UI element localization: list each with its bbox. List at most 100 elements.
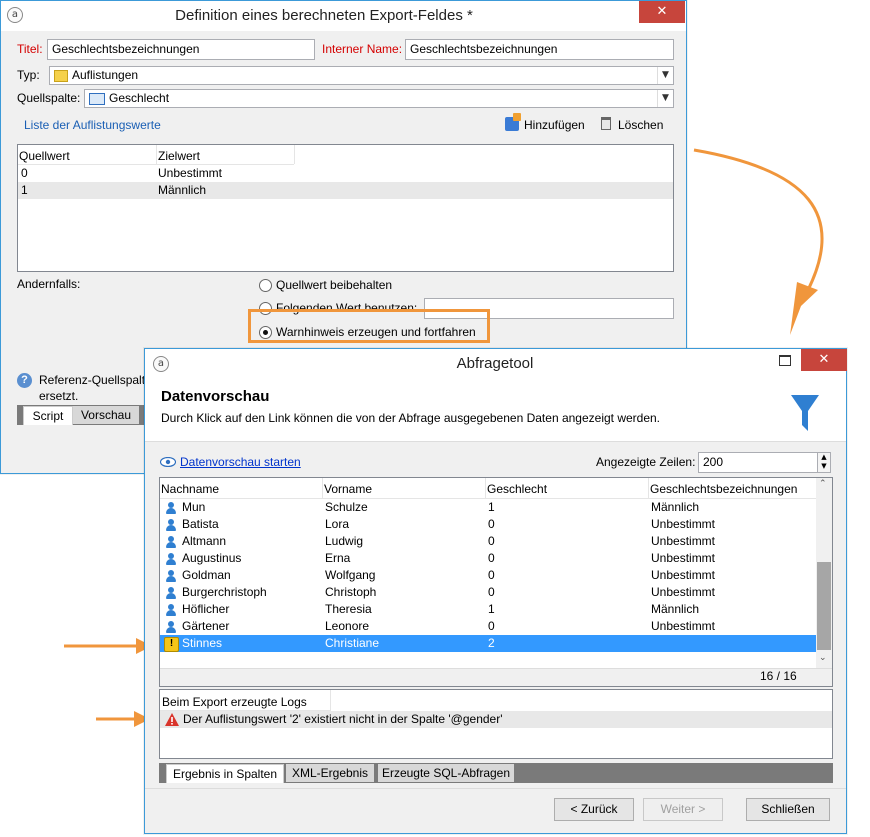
titel-input[interactable]: Geschlechtsbezeichnungen <box>47 39 315 60</box>
list-icon <box>54 70 68 82</box>
column-divider <box>648 478 649 498</box>
bezeichnung-cell: Unbestimmt <box>651 568 716 582</box>
column-header-bezeichnungen[interactable]: Geschlechtsbezeichnungen <box>650 482 797 496</box>
quellspalte-select[interactable]: Geschlecht ▼ <box>84 89 674 108</box>
help-icon: ? <box>17 373 32 388</box>
close-icon[interactable]: ✕ <box>639 1 685 23</box>
eye-icon[interactable] <box>160 457 176 467</box>
nachname-cell: Burgerchristoph <box>182 585 267 599</box>
column-header-geschlecht[interactable]: Geschlecht <box>487 482 547 496</box>
start-preview-link[interactable]: Datenvorschau starten <box>180 455 301 469</box>
geschlecht-cell: 0 <box>488 534 495 548</box>
maximize-icon[interactable] <box>773 349 797 371</box>
chevron-down-icon[interactable]: ▼ <box>657 67 673 84</box>
delete-button[interactable]: Löschen <box>618 118 663 132</box>
interner-name-input[interactable]: Geschlechtsbezeichnungen <box>405 39 674 60</box>
column-divider <box>322 478 323 498</box>
vorname-cell: Christiane <box>325 636 380 650</box>
geschlecht-cell: 1 <box>488 500 495 514</box>
close-icon[interactable]: ✕ <box>801 349 847 371</box>
person-icon <box>166 553 176 565</box>
list-item[interactable]: 1 Männlich <box>18 182 673 199</box>
bezeichnung-cell: Unbestimmt <box>651 551 716 565</box>
next-button[interactable]: Weiter > <box>643 798 723 821</box>
radio-keep-label[interactable]: Quellwert beibehalten <box>276 278 392 292</box>
vorname-cell: Ludwig <box>325 534 364 548</box>
zielwert-cell: Männlich <box>158 183 207 197</box>
table-row[interactable]: Mun Schulze 1 Männlich <box>160 499 816 516</box>
results-table[interactable]: Nachname Vorname Geschlecht Geschlechtsb… <box>159 477 833 687</box>
log-row[interactable]: Der Auflistungswert '2' existiert nicht … <box>160 711 832 728</box>
table-row[interactable]: Batista Lora 0 Unbestimmt <box>160 516 816 533</box>
tab-sql-abfragen[interactable]: Erzeugte SQL-Abfragen <box>378 764 514 782</box>
person-icon <box>166 587 176 599</box>
list-item[interactable]: 0 Unbestimmt <box>18 165 673 182</box>
column-divider <box>294 145 295 164</box>
export-logs[interactable]: Beim Export erzeugte Logs Der Auflistung… <box>159 689 833 759</box>
vorname-cell: Leonore <box>325 619 370 633</box>
table-row[interactable]: Altmann Ludwig 0 Unbestimmt <box>160 533 816 550</box>
person-icon <box>166 604 176 616</box>
nachname-cell: Goldman <box>182 568 231 582</box>
column-header-vorname[interactable]: Vorname <box>324 482 372 496</box>
typ-value: Auflistungen <box>72 68 139 82</box>
tab-vorschau[interactable]: Vorschau <box>73 406 139 424</box>
add-button[interactable]: Hinzufügen <box>524 118 585 132</box>
geschlecht-cell: 2 <box>488 636 495 650</box>
rows-input[interactable]: 200 <box>698 452 818 473</box>
tab-script[interactable]: Script <box>23 406 73 425</box>
geschlecht-cell: 0 <box>488 619 495 633</box>
table-footer <box>160 668 832 686</box>
quellspalte-label: Quellspalte: <box>17 91 81 105</box>
nachname-cell: Altmann <box>182 534 227 548</box>
geschlecht-cell: 1 <box>488 602 495 616</box>
column-divider <box>485 478 486 498</box>
scroll-up-icon[interactable]: ⌃ <box>819 479 827 489</box>
tab-xml-ergebnis[interactable]: XML-Ergebnis <box>286 764 374 782</box>
person-icon <box>166 536 176 548</box>
typ-select[interactable]: Auflistungen ▼ <box>49 66 674 85</box>
vorname-cell: Theresia <box>325 602 372 616</box>
back-button[interactable]: < Zurück <box>554 798 634 821</box>
bezeichnung-cell: Männlich <box>651 602 700 616</box>
geschlecht-cell: 0 <box>488 517 495 531</box>
table-row[interactable]: Augustinus Erna 0 Unbestimmt <box>160 550 816 567</box>
vorname-cell: Wolfgang <box>325 568 376 582</box>
table-row[interactable]: Höflicher Theresia 1 Männlich <box>160 601 816 618</box>
scroll-down-icon[interactable]: ⌄ <box>819 653 827 663</box>
column-header-nachname[interactable]: Nachname <box>161 482 219 496</box>
section-description: Durch Klick auf den Link können die von … <box>161 411 661 425</box>
rows-label: Angezeigte Zeilen: <box>596 455 696 469</box>
vorname-cell: Erna <box>325 551 351 565</box>
vorname-cell: Lora <box>325 517 350 531</box>
typ-label: Typ: <box>17 68 40 82</box>
curve-arrow <box>693 148 824 291</box>
column-header-zielwert[interactable]: Zielwert <box>158 149 200 163</box>
quellwert-cell: 0 <box>21 166 28 180</box>
tab-ergebnis-in-spalten[interactable]: Ergebnis in Spalten <box>166 764 284 783</box>
log-message: Der Auflistungswert '2' existiert nicht … <box>183 712 503 726</box>
row-count: 16 / 16 <box>760 669 797 683</box>
close-button[interactable]: Schließen <box>746 798 830 821</box>
table-row[interactable]: Burgerchristoph Christoph 0 Unbestimmt <box>160 584 816 601</box>
query-tool-dialog: a Abfragetool ✕ Datenvorschau Durch Klic… <box>144 348 847 834</box>
radio-keep-value[interactable] <box>259 279 272 292</box>
button-divider <box>145 788 846 789</box>
nachname-cell: Batista <box>182 517 219 531</box>
scroll-thumb[interactable] <box>817 562 831 650</box>
column-header-quellwert[interactable]: Quellwert <box>19 149 70 163</box>
person-icon <box>166 502 176 514</box>
trash-icon[interactable] <box>601 117 611 130</box>
list-values-link[interactable]: Liste der Auflistungswerte <box>24 118 161 132</box>
rows-stepper[interactable]: ▲ ▼ <box>817 452 831 473</box>
table-row[interactable]: Gärtener Leonore 0 Unbestimmt <box>160 618 816 635</box>
table-row[interactable]: Goldman Wolfgang 0 Unbestimmt <box>160 567 816 584</box>
column-icon <box>89 93 105 105</box>
dialog-title: Abfragetool <box>456 355 534 372</box>
scrollbar[interactable]: ⌃ ⌄ <box>816 478 832 668</box>
chevron-down-icon[interactable]: ▼ <box>657 90 673 107</box>
interner-name-label: Interner Name: <box>322 42 403 56</box>
table-row-selected[interactable]: ! Stinnes Christiane 2 <box>160 635 816 652</box>
bezeichnung-cell: Männlich <box>651 500 700 514</box>
enum-values-list[interactable]: Quellwert Zielwert 0 Unbestimmt 1 Männli… <box>17 144 674 272</box>
